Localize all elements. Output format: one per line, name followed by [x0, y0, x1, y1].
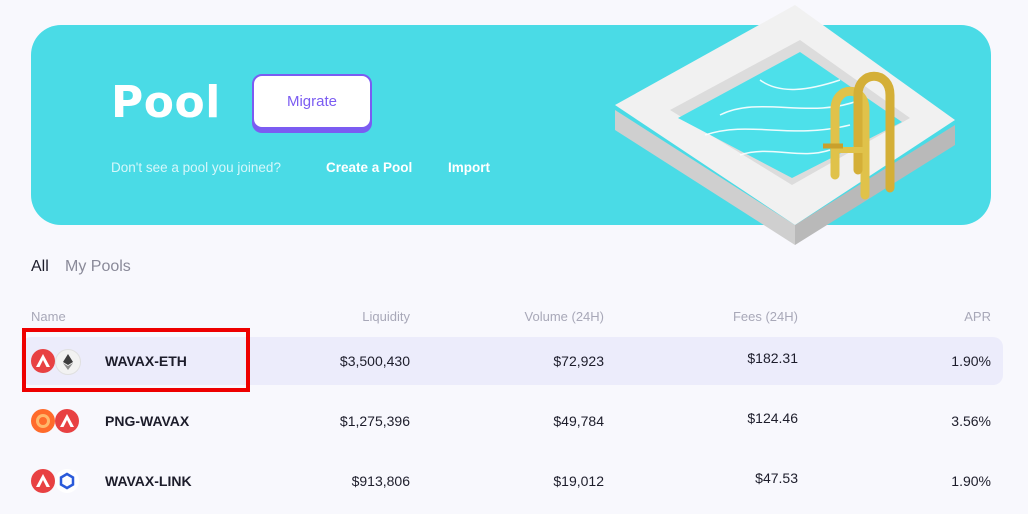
highlight-box: [22, 328, 250, 392]
png-icon: [31, 409, 55, 433]
pair-name: WAVAX-LINK: [105, 473, 192, 489]
volume-value: $49,784: [553, 413, 604, 429]
import-link[interactable]: Import: [448, 160, 490, 175]
pool-illustration: [615, 5, 955, 245]
volume-value: $72,923: [553, 353, 604, 369]
page-title: Pool: [111, 77, 221, 128]
apr-value: 1.90%: [951, 353, 991, 369]
fees-value: $124.46: [747, 410, 798, 426]
link-icon: [55, 469, 79, 493]
table-row[interactable]: PNG-WAVAX $1,275,396 $49,784 $124.46 3.5…: [21, 397, 1003, 445]
liquidity-value: $913,806: [351, 473, 410, 489]
tab-all[interactable]: All: [31, 258, 49, 276]
header-volume: Volume (24H): [524, 309, 604, 324]
fees-value: $47.53: [755, 470, 798, 486]
apr-value: 1.90%: [951, 473, 991, 489]
tab-my-pools[interactable]: My Pools: [65, 258, 131, 276]
pair-name: PNG-WAVAX: [105, 413, 190, 429]
header-fees: Fees (24H): [732, 309, 798, 324]
liquidity-value: $3,500,430: [339, 353, 410, 369]
table-row[interactable]: WAVAX-LINK $913,806 $19,012 $47.53 1.90%: [21, 457, 1003, 505]
pool-question-text: Don't see a pool you joined?: [111, 160, 281, 175]
header-apr: APR: [964, 309, 991, 324]
liquidity-value: $1,275,396: [339, 413, 410, 429]
fees-value: $182.31: [747, 350, 798, 366]
create-pool-link[interactable]: Create a Pool: [326, 160, 412, 175]
migrate-button[interactable]: Migrate: [252, 74, 372, 129]
apr-value: 3.56%: [951, 413, 991, 429]
avax-icon: [31, 469, 55, 493]
header-name: Name: [31, 309, 66, 324]
avax-icon: [55, 409, 79, 433]
header-liquidity: Liquidity: [362, 309, 410, 324]
volume-value: $19,012: [553, 473, 604, 489]
